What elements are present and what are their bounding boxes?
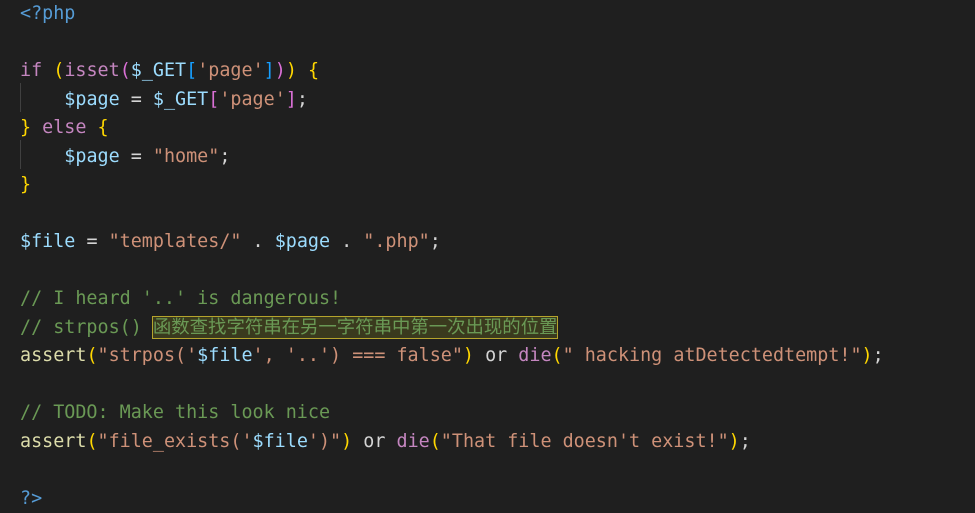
code-token: [ bbox=[186, 60, 197, 81]
code-line[interactable]: $page = $_GET['page']; bbox=[20, 86, 308, 115]
code-token: . bbox=[330, 231, 363, 252]
code-token: else bbox=[42, 117, 86, 138]
code-token: "That file doesn't exist!" bbox=[441, 431, 729, 452]
code-token: ) bbox=[341, 431, 352, 452]
code-token: ( bbox=[86, 431, 97, 452]
code-token: $page bbox=[64, 146, 119, 167]
code-token: ; bbox=[740, 431, 751, 452]
code-token: if bbox=[20, 60, 42, 81]
code-token: ; bbox=[219, 146, 230, 167]
code-token: ) bbox=[862, 345, 873, 366]
code-token: ( bbox=[120, 60, 131, 81]
code-line[interactable]: $file = "templates/" . $page . ".php"; bbox=[20, 228, 441, 257]
code-token: <?php bbox=[20, 3, 75, 24]
code-token: ) bbox=[275, 60, 286, 81]
code-token: 函数查找字符串在另一字符串中第一次出现的位置 bbox=[153, 317, 558, 338]
code-token: ; bbox=[297, 89, 308, 110]
code-token: ')" bbox=[308, 431, 341, 452]
code-token: ( bbox=[86, 345, 97, 366]
code-token: ) bbox=[729, 431, 740, 452]
code-line[interactable]: <?php bbox=[20, 0, 75, 29]
code-token: { bbox=[98, 117, 109, 138]
code-token: die bbox=[397, 431, 430, 452]
code-token: ', '..') === false" bbox=[253, 345, 463, 366]
code-line[interactable]: // I heard '..' is dangerous! bbox=[20, 285, 341, 314]
code-token: "strpos(' bbox=[98, 345, 198, 366]
code-token: ?> bbox=[20, 488, 42, 509]
code-editor[interactable]: <?phpif (isset($_GET['page'])) { $page =… bbox=[0, 0, 975, 510]
code-token: or bbox=[474, 345, 518, 366]
code-line[interactable]: ?> bbox=[20, 485, 42, 513]
code-token: 'page' bbox=[197, 60, 263, 81]
code-token: ; bbox=[873, 345, 884, 366]
code-token: ) bbox=[463, 345, 474, 366]
code-token: ".php" bbox=[363, 231, 429, 252]
code-token: ( bbox=[430, 431, 441, 452]
code-token: " hacking atDetectedtempt!" bbox=[563, 345, 862, 366]
code-token: $page bbox=[275, 231, 330, 252]
code-token: ] bbox=[264, 60, 275, 81]
code-token: . bbox=[241, 231, 274, 252]
code-token: "home" bbox=[153, 146, 219, 167]
code-line[interactable]: assert("file_exists('$file')") or die("T… bbox=[20, 428, 751, 457]
code-token: die bbox=[518, 345, 551, 366]
code-line[interactable]: } bbox=[20, 171, 31, 200]
code-token bbox=[31, 117, 42, 138]
code-token bbox=[20, 89, 64, 110]
code-token: or bbox=[352, 431, 396, 452]
code-token: } bbox=[20, 174, 31, 195]
code-token: // I heard '..' is dangerous! bbox=[20, 288, 341, 309]
code-token: ) bbox=[286, 60, 297, 81]
code-token: $page bbox=[64, 89, 119, 110]
code-token: ( bbox=[552, 345, 563, 366]
code-token: // strpos() bbox=[20, 317, 153, 338]
code-line[interactable]: assert("strpos('$file', '..') === false"… bbox=[20, 342, 884, 371]
code-token: ; bbox=[430, 231, 441, 252]
code-line[interactable]: } else { bbox=[20, 114, 109, 143]
code-token: assert bbox=[20, 345, 86, 366]
code-token: = bbox=[75, 231, 108, 252]
code-line[interactable]: // strpos() 函数查找字符串在另一字符串中第一次出现的位置 bbox=[20, 314, 557, 343]
code-token bbox=[297, 60, 308, 81]
code-token: isset bbox=[64, 60, 119, 81]
code-token: { bbox=[308, 60, 319, 81]
code-token: "file_exists(' bbox=[98, 431, 253, 452]
code-token: ] bbox=[286, 89, 297, 110]
code-token: $file bbox=[197, 345, 252, 366]
code-line[interactable]: // TODO: Make this look nice bbox=[20, 399, 330, 428]
code-line[interactable]: if (isset($_GET['page'])) { bbox=[20, 57, 319, 86]
code-token: assert bbox=[20, 431, 86, 452]
code-token: = bbox=[120, 89, 153, 110]
code-token: [ bbox=[208, 89, 219, 110]
code-token: // TODO: Make this look nice bbox=[20, 402, 330, 423]
code-token: $_GET bbox=[131, 60, 186, 81]
code-token bbox=[86, 117, 97, 138]
code-token: = bbox=[120, 146, 153, 167]
code-token: $_GET bbox=[153, 89, 208, 110]
code-token: $file bbox=[20, 231, 75, 252]
code-token: $file bbox=[253, 431, 308, 452]
code-token: 'page' bbox=[219, 89, 285, 110]
code-token: "templates/" bbox=[109, 231, 242, 252]
code-line[interactable]: $page = "home"; bbox=[20, 143, 230, 172]
code-token: ( bbox=[53, 60, 64, 81]
code-token: } bbox=[20, 117, 31, 138]
code-token bbox=[20, 146, 64, 167]
code-token bbox=[42, 60, 53, 81]
